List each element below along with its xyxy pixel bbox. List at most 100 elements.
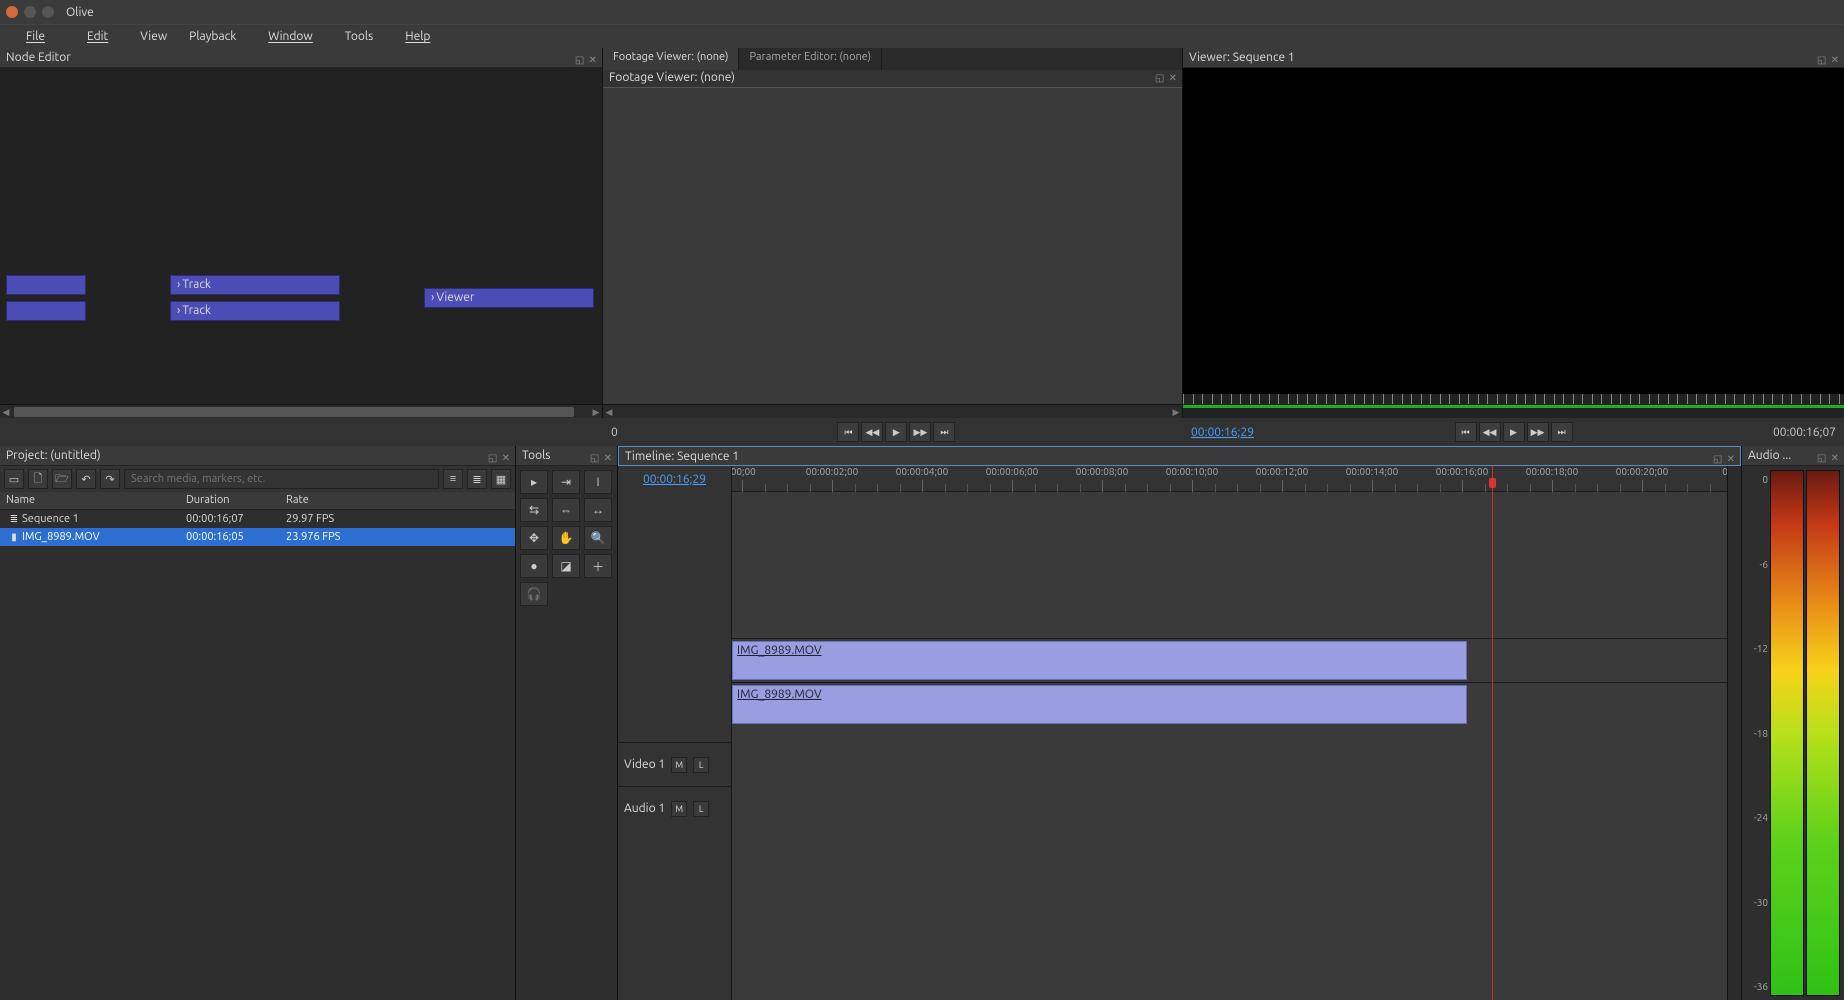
audio-clip[interactable]: IMG_8989.MOV [732, 685, 1467, 724]
menu-help[interactable]: Help [385, 28, 450, 45]
pointer-tool[interactable]: ▸ [520, 470, 548, 494]
scroll-left-icon[interactable]: ◀ [603, 405, 615, 419]
window-title: Olive [66, 6, 94, 19]
play-button[interactable]: ▶ [1503, 422, 1525, 442]
new-item-button[interactable]: ▭ [4, 469, 24, 489]
hand-tool[interactable]: ✋ [552, 526, 580, 550]
timeline-vscroll[interactable] [1727, 466, 1741, 1000]
panel-controls-icon[interactable]: ◱ ✕ [1817, 448, 1840, 468]
lock-button[interactable]: L [693, 801, 709, 817]
search-input[interactable] [124, 469, 439, 489]
audio-meter-title: Audio ... ◱ ✕ [1742, 446, 1844, 466]
tab-footage-viewer[interactable]: Footage Viewer: (none) [603, 48, 739, 70]
panel-controls-icon[interactable]: ◱ ✕ [575, 50, 598, 70]
timeline-current-tc[interactable]: 00:00:16;29 [643, 473, 706, 486]
panel-controls-icon[interactable]: ◱ ✕ [590, 448, 613, 468]
window-maximize-icon[interactable] [42, 6, 54, 18]
playhead[interactable] [1492, 466, 1493, 1000]
scroll-left-icon[interactable]: ◀ [0, 405, 12, 419]
tab-parameter-editor[interactable]: Parameter Editor: (none) [739, 48, 882, 70]
meter-left [1770, 470, 1804, 996]
node-viewer[interactable]: ›Viewer [424, 288, 594, 308]
node-unnamed-1[interactable] [6, 275, 86, 295]
node-track-1[interactable]: ›Track [170, 275, 340, 295]
snap-toggle[interactable]: 🎧 [520, 582, 548, 606]
project-row[interactable]: ≣Sequence 100:00:16;0729.97 FPS [0, 510, 515, 528]
play-button[interactable]: ▶ [885, 422, 907, 442]
panel-controls-icon[interactable]: ◱ ✕ [1155, 72, 1178, 84]
view-list-button[interactable]: ≡ [443, 469, 463, 489]
scroll-right-icon[interactable]: ▶ [1170, 405, 1182, 419]
mute-button[interactable]: M [671, 757, 687, 773]
viewer-transport: ⏮ ◀◀ ▶ ▶▶ ⏭ [1455, 422, 1573, 442]
new-folder-button[interactable]: 🗋 [28, 469, 48, 489]
record-tool[interactable]: ● [520, 554, 548, 578]
panel-controls-icon[interactable]: ◱ ✕ [488, 448, 511, 468]
audio-track-label: Audio 1 [624, 802, 665, 815]
col-rate[interactable]: Rate [280, 492, 515, 509]
col-name[interactable]: Name [0, 492, 180, 509]
goto-start-button[interactable]: ⏮ [837, 422, 859, 442]
node-canvas[interactable]: ›Track ›Track ›Viewer [0, 68, 602, 404]
view-tree-button[interactable]: ≣ [467, 469, 487, 489]
goto-end-button[interactable]: ⏭ [1551, 422, 1573, 442]
lock-button[interactable]: L [693, 757, 709, 773]
node-unnamed-2[interactable] [6, 301, 86, 321]
timeline-canvas[interactable]: ;00;0000:00:02;0000:00:04;0000:00:06;000… [732, 466, 1727, 1000]
audio-track-header[interactable]: Audio 1 M L [618, 786, 731, 830]
menu-tools[interactable]: Tools [335, 28, 384, 45]
goto-end-button[interactable]: ⏭ [933, 422, 955, 442]
menu-playback[interactable]: Playback [179, 28, 246, 45]
undo-button[interactable]: ↶ [76, 469, 96, 489]
rolling-tool[interactable]: ⇔ [552, 498, 580, 522]
view-grid-button[interactable]: ▦ [491, 469, 511, 489]
menu-window[interactable]: Window [248, 28, 332, 45]
footage-viewport[interactable] [603, 88, 1182, 404]
zoom-tool[interactable]: 🔍 [584, 526, 612, 550]
window-close-icon[interactable] [6, 6, 18, 18]
step-fwd-button[interactable]: ▶▶ [909, 422, 931, 442]
project-row[interactable]: ▮IMG_8989.MOV00:00:16;0523.976 FPS [0, 528, 515, 546]
footage-panel: Footage Viewer: (none) Parameter Editor:… [603, 48, 1183, 418]
timeline-ruler[interactable]: ;00;0000:00:02;0000:00:04;0000:00:06;000… [732, 466, 1727, 492]
video-track-lane[interactable]: IMG_8989.MOV [732, 638, 1727, 682]
window-minimize-icon[interactable] [24, 6, 36, 18]
menu-view[interactable]: View [130, 28, 177, 45]
audio-meter-panel: Audio ... ◱ ✕ 0-6-12-18-24-30-36 [1742, 446, 1844, 1000]
open-button[interactable]: 🗁 [52, 469, 72, 489]
scroll-right-icon[interactable]: ▶ [590, 405, 602, 419]
footage-hscroll[interactable]: ◀ ▶ [603, 404, 1182, 418]
transition-tool[interactable]: ◪ [552, 554, 580, 578]
ripple-tool[interactable]: ⇆ [520, 498, 548, 522]
viewer-viewport[interactable] [1183, 68, 1844, 394]
text-cursor-tool[interactable]: I [584, 470, 612, 494]
menu-file[interactable]: File [6, 28, 65, 45]
step-back-button[interactable]: ◀◀ [1479, 422, 1501, 442]
timeline-title: Timeline: Sequence 1 ◱ ✕ [618, 446, 1741, 466]
tools-panel: Tools ◱ ✕ ▸ ⇥ I ⇆ ⇔ ↔ ✥ ✋ 🔍 ● ◪ ＋ 🎧 [516, 446, 618, 1000]
track-select-tool[interactable]: ⇥ [552, 470, 580, 494]
viewer-current-tc[interactable]: 00:00:16;29 [1191, 426, 1254, 439]
scroll-thumb[interactable] [14, 407, 574, 417]
step-fwd-button[interactable]: ▶▶ [1527, 422, 1549, 442]
goto-start-button[interactable]: ⏮ [1455, 422, 1477, 442]
redo-button[interactable]: ↷ [100, 469, 120, 489]
panel-controls-icon[interactable]: ◱ ✕ [1817, 50, 1840, 70]
node-track-2[interactable]: ›Track [170, 301, 340, 321]
node-editor-hscroll[interactable]: ◀ ▶ [0, 404, 602, 418]
footage-transport: ⏮ ◀◀ ▶ ▶▶ ⏭ [837, 422, 955, 442]
video-track-header[interactable]: Video 1 M L [618, 742, 731, 786]
video-clip[interactable]: IMG_8989.MOV [732, 641, 1467, 680]
slip-tool[interactable]: ↔ [584, 498, 612, 522]
step-back-button[interactable]: ◀◀ [861, 422, 883, 442]
add-tool[interactable]: ＋ [584, 554, 612, 578]
mute-button[interactable]: M [671, 801, 687, 817]
timeline-panel: Timeline: Sequence 1 ◱ ✕ 00:00:16;29 Vid… [618, 446, 1742, 1000]
viewer-ruler[interactable] [1183, 394, 1844, 418]
col-duration[interactable]: Duration [180, 492, 280, 509]
menu-edit[interactable]: Edit [67, 28, 128, 45]
meter-scale: 0-6-12-18-24-30-36 [1742, 470, 1770, 996]
meter-bars [1770, 470, 1840, 996]
audio-track-lane[interactable]: IMG_8989.MOV [732, 682, 1727, 726]
slide-tool[interactable]: ✥ [520, 526, 548, 550]
